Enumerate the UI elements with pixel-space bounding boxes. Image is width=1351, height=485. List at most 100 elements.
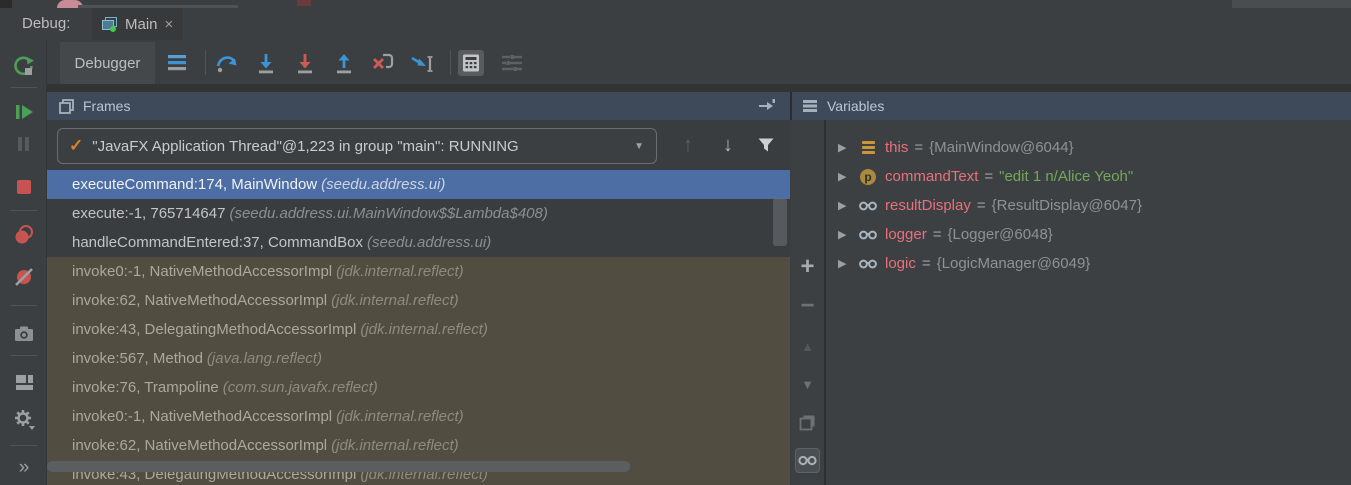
variable-name: logger <box>885 226 927 243</box>
expand-arrow-icon[interactable]: ▶ <box>838 141 852 154</box>
variable-row-commandtext[interactable]: ▶ p commandText = "edit 1 n/Alice Yeoh" <box>826 162 1351 191</box>
force-step-into-button[interactable] <box>292 50 318 76</box>
restore-layout-button[interactable] <box>12 370 36 394</box>
stack-frame-row[interactable]: invoke0:-1, NativeMethodAccessorImpl(jdk… <box>47 402 790 431</box>
frame-method: invoke:76, Trampoline <box>72 379 219 396</box>
run-config-icon <box>102 17 118 31</box>
expand-arrow-icon[interactable]: ▶ <box>838 170 852 183</box>
pause-button[interactable] <box>12 132 36 156</box>
frame-method: invoke:62, NativeMethodAccessorImpl <box>72 437 327 454</box>
hide-library-frames-button[interactable] <box>751 130 781 160</box>
remove-watch-button[interactable]: − <box>795 293 820 318</box>
horizontal-scrollbar-thumb[interactable] <box>47 461 630 472</box>
stack-frame-row[interactable]: executeCommand:174, MainWindow(seedu.add… <box>47 170 790 199</box>
variables-tree: ▶ this = {MainWindow@6044} ▶ p commandTe… <box>826 120 1351 485</box>
duplicate-watch-button[interactable] <box>795 410 820 435</box>
frames-icon <box>59 99 74 114</box>
stack-frame-row[interactable]: invoke0:-1, NativeMethodAccessorImpl(jdk… <box>47 257 790 286</box>
triangle-up-icon: ▲ <box>801 339 814 354</box>
variable-row-logic[interactable]: ▶ logic = {LogicManager@6049} <box>826 249 1351 278</box>
move-watch-up-button[interactable]: ▲ <box>795 334 820 359</box>
focus-on-frame-button[interactable] <box>758 98 776 115</box>
run-config-tab-main[interactable]: Main × <box>92 8 183 40</box>
step-over-button[interactable] <box>214 50 240 76</box>
frame-package: (seedu.address.ui) <box>321 176 445 193</box>
variables-panel-header: Variables <box>792 92 1351 120</box>
stack-frame-row[interactable]: invoke:43, DelegatingMethodAccessorImpl(… <box>47 315 790 344</box>
threads-view-button[interactable] <box>164 50 190 76</box>
frame-method: invoke:567, Method <box>72 350 203 367</box>
frame-package: (jdk.internal.reflect) <box>331 292 459 309</box>
watches-toolbar: + − ▲ ▼ <box>792 120 823 485</box>
variable-row-resultdisplay[interactable]: ▶ resultDisplay = {ResultDisplay@6047} <box>826 191 1351 220</box>
next-frame-button[interactable]: ↓ <box>713 130 743 160</box>
editor-edge-strip <box>0 0 1351 8</box>
stack-frame-row[interactable]: invoke:567, Method(java.lang.reflect) <box>47 344 790 373</box>
toolbar-separator <box>10 210 37 211</box>
debug-tab-bar: Debug: Main × <box>0 8 1351 40</box>
thread-selector-dropdown[interactable]: ✓ "JavaFX Application Thread"@1,223 in g… <box>57 128 657 164</box>
more-actions-button[interactable]: » <box>12 456 36 480</box>
frame-package: (jdk.internal.reflect) <box>336 263 464 280</box>
evaluate-expression-button[interactable] <box>458 50 484 76</box>
variables-icon <box>802 99 818 113</box>
run-to-cursor-button[interactable] <box>409 50 435 76</box>
stop-button[interactable] <box>12 175 36 199</box>
editor-edge-dark <box>0 0 12 8</box>
rerun-button[interactable] <box>12 54 36 78</box>
resume-icon <box>13 101 35 123</box>
previous-frame-button[interactable]: ↑ <box>673 130 703 160</box>
arrow-down-icon: ↓ <box>723 134 733 157</box>
muted-settings-button[interactable] <box>499 50 525 76</box>
mute-breakpoints-button[interactable] <box>12 265 36 289</box>
expand-arrow-icon[interactable]: ▶ <box>838 257 852 270</box>
variable-row-logger[interactable]: ▶ logger = {Logger@6048} <box>826 220 1351 249</box>
triangle-down-icon: ▼ <box>801 377 814 392</box>
step-into-button[interactable] <box>253 50 279 76</box>
filter-funnel-icon <box>757 136 775 154</box>
frames-panel-header: Frames <box>47 92 790 120</box>
move-watch-down-button[interactable]: ▼ <box>795 372 820 397</box>
toolbar-separator <box>10 445 37 446</box>
field-icon <box>859 255 877 273</box>
view-breakpoints-button[interactable] <box>12 223 36 247</box>
camera-icon <box>13 323 35 345</box>
field-icon <box>859 197 877 215</box>
toolbar-separator <box>10 305 37 306</box>
frame-package: (java.lang.reflect) <box>207 350 322 367</box>
frame-package: (jdk.internal.reflect) <box>360 321 488 338</box>
minus-icon: − <box>800 292 814 320</box>
stack-frame-row[interactable]: invoke:62, NativeMethodAccessorImpl(jdk.… <box>47 286 790 315</box>
sliders-icon <box>500 53 524 73</box>
step-out-button[interactable] <box>331 50 357 76</box>
variables-panel-title: Variables <box>827 98 884 114</box>
thread-dump-button[interactable] <box>12 322 36 346</box>
stack-frame-row[interactable]: invoke:76, Trampoline(com.sun.javafx.ref… <box>47 373 790 402</box>
variable-value: {MainWindow@6044} <box>929 139 1073 156</box>
stack-frame-row[interactable]: handleCommandEntered:37, CommandBox(seed… <box>47 228 790 257</box>
frame-package: (jdk.internal.reflect) <box>331 437 459 454</box>
frame-method: invoke:62, NativeMethodAccessorImpl <box>72 292 327 309</box>
plus-icon: + <box>800 253 814 281</box>
stack-frame-row[interactable]: execute:-1, 765714647(seedu.address.ui.M… <box>47 199 790 228</box>
vertical-scrollbar-thumb[interactable] <box>773 198 787 246</box>
stack-frame-row[interactable]: invoke:62, NativeMethodAccessorImpl(jdk.… <box>47 431 790 460</box>
equals-sign: = <box>977 197 986 214</box>
close-tab-icon[interactable]: × <box>165 16 174 33</box>
settings-button[interactable] <box>12 407 36 431</box>
debug-left-toolbar: » <box>0 40 47 485</box>
variable-row-this[interactable]: ▶ this = {MainWindow@6044} <box>826 133 1351 162</box>
resume-button[interactable] <box>12 100 36 124</box>
show-watches-toggle[interactable] <box>795 448 820 473</box>
equals-sign: = <box>922 255 931 272</box>
variables-panel: + − ▲ ▼ ▶ <box>792 120 1351 485</box>
expand-arrow-icon[interactable]: ▶ <box>838 228 852 241</box>
add-watch-button[interactable]: + <box>795 254 820 279</box>
frame-method: invoke:43, DelegatingMethodAccessorImpl <box>72 321 356 338</box>
class-icon <box>859 139 877 157</box>
thread-selector-value: "JavaFX Application Thread"@1,223 in gro… <box>92 138 622 155</box>
tab-debugger[interactable]: Debugger <box>60 42 155 84</box>
expand-arrow-icon[interactable]: ▶ <box>838 199 852 212</box>
drop-frame-button[interactable] <box>370 50 396 76</box>
drop-frame-icon <box>371 51 395 75</box>
